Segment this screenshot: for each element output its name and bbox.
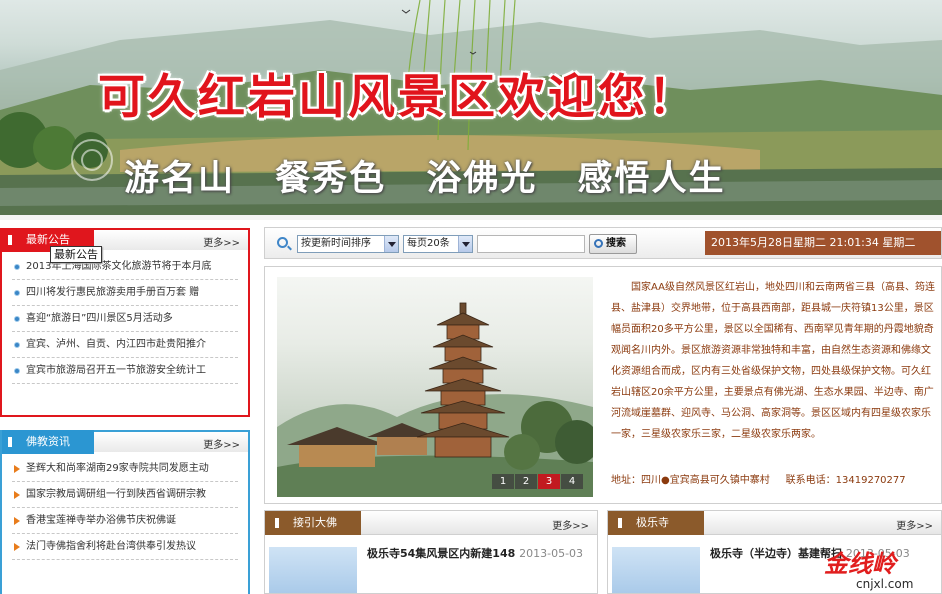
buddhism-list: 圣辉大和尚率湖南29家寺院共同发愿主动 国家宗教局调研组一行到陕西省调研宗教 香… xyxy=(2,452,248,560)
buddhism-more-link[interactable]: 更多>> xyxy=(203,436,240,451)
svg-text:cnjxl.com: cnjxl.com xyxy=(856,577,913,591)
chevron-down-icon xyxy=(384,236,398,252)
search-button-label: 搜索 xyxy=(606,238,626,249)
buddhism-item[interactable]: 法门寺佛指舍利将赴台湾供奉引发热议 xyxy=(12,534,238,560)
buddhism-item-label: 法门寺佛指舍利将赴台湾供奉引发热议 xyxy=(26,541,196,552)
bullet-icon xyxy=(14,342,20,348)
notice-item-label: 宜宾市旅游局召开五一节旅游安全统计工 xyxy=(26,365,206,376)
contact-line: 地址：四川●宜宾高县可久镇中寨村 联系电话：13419270277 xyxy=(611,471,935,486)
notice-list: 2013年上海国际茶文化旅游节将于本月底 四川将发行惠民旅游卖用手册百万套 赠 … xyxy=(2,250,248,384)
bullet-icon xyxy=(14,290,20,296)
arrow-bullet-icon xyxy=(14,543,20,551)
slideshow-photo[interactable]: 1 2 3 4 xyxy=(277,277,593,497)
chevron-down-icon xyxy=(458,236,472,252)
slide-pager: 1 2 3 4 xyxy=(491,474,583,489)
notice-item[interactable]: 宜宾、泸州、自贡、内江四市赴贵阳推介 xyxy=(12,332,238,358)
sort-select-value: 按更新时间排序 xyxy=(301,238,371,249)
giant-buddha-panel: 接引大佛 更多>> 极乐寺54集风景区内新建148 2013-05-03 xyxy=(264,510,598,594)
watermark-logo: 金线岭 cnjxl.com xyxy=(784,548,934,592)
buddhism-item-label: 香港宝莲禅寺举办浴佛节庆祝佛诞 xyxy=(26,515,176,526)
banner-divider xyxy=(0,215,942,220)
jile-temple-header: 极乐寺 更多>> xyxy=(608,511,941,535)
notice-header: 最新公告 更多>> xyxy=(2,228,248,252)
search-toolbar: 按更新时间排序 每页20条 搜索 2013年5月28日星期二 21:01:34 … xyxy=(264,227,942,259)
arrow-bullet-icon xyxy=(14,491,20,499)
notice-item[interactable]: 四川将发行惠民旅游卖用手册百万套 赠 xyxy=(12,280,238,306)
article-title-text: 极乐寺54集风景区内新建148 xyxy=(367,547,516,560)
notice-item-label: 喜迎“旅游日”四川景区5月活动多 xyxy=(26,313,173,324)
article-thumbnail[interactable] xyxy=(612,547,700,593)
buddhism-tab[interactable]: 佛教资讯 xyxy=(2,430,94,454)
buddhism-item[interactable]: 香港宝莲禅寺举办浴佛节庆祝佛诞 xyxy=(12,508,238,534)
giant-buddha-header: 接引大佛 更多>> xyxy=(265,511,597,535)
per-page-select[interactable]: 每页20条 xyxy=(403,235,473,253)
slide-dot-active[interactable]: 3 xyxy=(538,474,560,489)
notice-panel: 最新公告 更多>> 2013年上海国际茶文化旅游节将于本月底 四川将发行惠民旅游… xyxy=(0,228,250,417)
datetime-display: 2013年5月28日星期二 21:01:34 星期二 xyxy=(705,231,941,255)
notice-item-label: 宜宾、泸州、自贡、内江四市赴贵阳推介 xyxy=(26,339,206,350)
scenic-intro-text: 国家AA级自然风景区红岩山，地处四川和云南两省三县（高县、筠连县、盐津县）交界地… xyxy=(611,282,935,440)
bullet-icon xyxy=(14,368,20,374)
jile-temple-more-link[interactable]: 更多>> xyxy=(896,517,933,532)
arrow-bullet-icon xyxy=(14,465,20,473)
buddhism-header: 佛教资讯 更多>> xyxy=(2,430,248,454)
svg-text:金线岭: 金线岭 xyxy=(824,549,899,578)
pagoda-image xyxy=(277,302,593,497)
search-icon xyxy=(277,237,288,248)
sort-select[interactable]: 按更新时间排序 xyxy=(297,235,399,253)
giant-buddha-tab[interactable]: 接引大佛 xyxy=(265,511,361,535)
address-text: 地址：四川●宜宾高县可久镇中寨村 xyxy=(611,475,770,486)
magnifier-icon xyxy=(594,239,603,248)
header-banner: 可久红岩山风景区欢迎您！ 游名山 餐秀色 浴佛光 感悟人生 xyxy=(0,0,942,220)
slide-dot[interactable]: 2 xyxy=(515,474,537,489)
buddhism-item-label: 国家宗教局调研组一行到陕西省调研宗教 xyxy=(26,489,206,500)
notice-more-link[interactable]: 更多>> xyxy=(203,234,240,249)
notice-tooltip: 最新公告 xyxy=(50,246,102,263)
notice-item[interactable]: 喜迎“旅游日”四川景区5月活动多 xyxy=(12,306,238,332)
slide-dot[interactable]: 1 xyxy=(492,474,514,489)
search-button[interactable]: 搜索 xyxy=(589,234,637,254)
buddhism-item[interactable]: 国家宗教局调研组一行到陕西省调研宗教 xyxy=(12,482,238,508)
notice-item[interactable]: 2013年上海国际茶文化旅游节将于本月底 xyxy=(12,254,238,280)
bullet-icon xyxy=(14,264,20,270)
jile-temple-tab[interactable]: 极乐寺 xyxy=(608,511,704,535)
notice-item[interactable]: 宜宾市旅游局召开五一节旅游安全统计工 xyxy=(12,358,238,384)
article-title[interactable]: 极乐寺54集风景区内新建148 2013-05-03 xyxy=(367,545,583,561)
banner-slogan: 游名山 餐秀色 浴佛光 感悟人生 xyxy=(124,158,726,199)
giant-buddha-more-link[interactable]: 更多>> xyxy=(552,517,589,532)
arrow-bullet-icon xyxy=(14,517,20,525)
notice-item-label: 四川将发行惠民旅游卖用手册百万套 赠 xyxy=(26,287,200,298)
bullet-icon xyxy=(14,316,20,322)
buddhism-item-label: 圣辉大和尚率湖南29家寺院共同发愿主动 xyxy=(26,463,209,474)
scenic-intro-panel: 1 2 3 4 国家AA级自然风景区红岩山，地处四川和云南两省三县（高县、筠连县… xyxy=(264,266,942,504)
banner-title: 可久红岩山风景区欢迎您！ xyxy=(98,70,698,125)
search-input[interactable] xyxy=(477,235,585,253)
buddhism-item[interactable]: 圣辉大和尚率湖南29家寺院共同发愿主动 xyxy=(12,456,238,482)
per-page-select-value: 每页20条 xyxy=(407,238,450,249)
phone-text: 联系电话：13419270277 xyxy=(785,475,906,486)
article-date: 2013-05-03 xyxy=(519,547,584,560)
slide-dot[interactable]: 4 xyxy=(561,474,583,489)
buddhism-news-panel: 佛教资讯 更多>> 圣辉大和尚率湖南29家寺院共同发愿主动 国家宗教局调研组一行… xyxy=(0,430,250,594)
article-thumbnail[interactable] xyxy=(269,547,357,593)
